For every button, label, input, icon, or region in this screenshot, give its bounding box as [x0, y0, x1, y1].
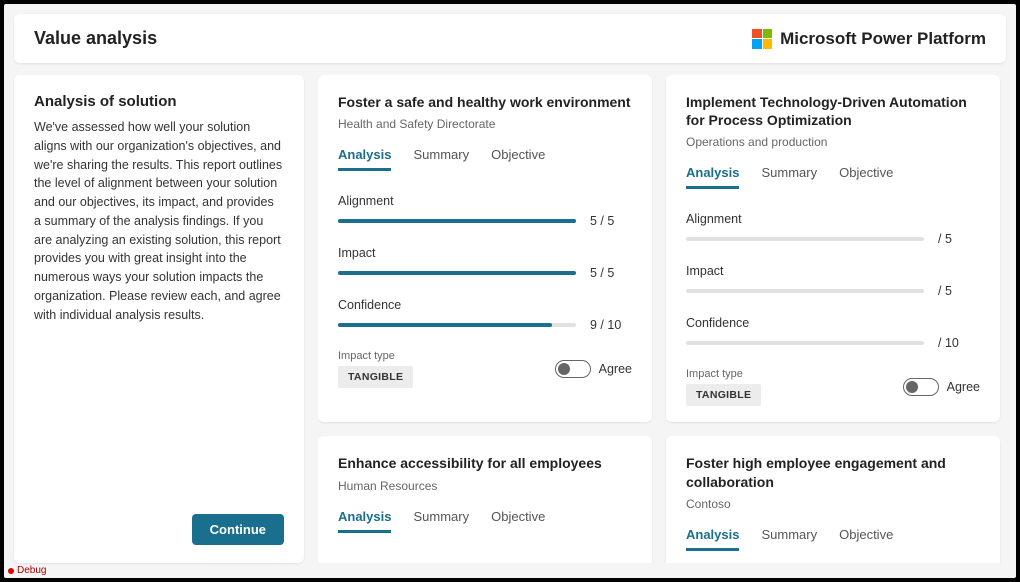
- card-title: Implement Technology-Driven Automation f…: [686, 93, 980, 129]
- card-subtitle: Operations and production: [686, 135, 980, 149]
- analysis-heading: Analysis of solution: [34, 93, 284, 110]
- agree-toggle[interactable]: [903, 378, 939, 396]
- tab-analysis[interactable]: Analysis: [338, 509, 391, 533]
- impact-type-row: Impact type TANGIBLE Agree: [686, 368, 980, 406]
- brand-text: Microsoft Power Platform: [780, 29, 986, 49]
- metric-alignment: Alignment / 5: [686, 212, 980, 246]
- continue-button[interactable]: Continue: [192, 514, 284, 545]
- agree-toggle[interactable]: [555, 360, 591, 378]
- alignment-bar: [338, 219, 576, 223]
- agree-label: Agree: [947, 380, 980, 394]
- cards-grid: Foster a safe and healthy work environme…: [318, 75, 1000, 563]
- alignment-bar: [686, 237, 924, 241]
- impact-type-row: Impact type TANGIBLE Agree: [338, 350, 632, 388]
- metric-label: Impact: [338, 246, 632, 260]
- alignment-value: / 5: [938, 232, 980, 246]
- main-area: Analysis of solution We've assessed how …: [4, 75, 1016, 573]
- card-title: Foster high employee engagement and coll…: [686, 454, 980, 490]
- header-bar: Value analysis Microsoft Power Platform: [14, 14, 1006, 63]
- metric-label: Confidence: [338, 298, 632, 312]
- impact-type-badge: TANGIBLE: [338, 366, 413, 388]
- impact-bar: [686, 289, 924, 293]
- impact-value: 5 / 5: [590, 266, 632, 280]
- card-title: Enhance accessibility for all employees: [338, 454, 632, 472]
- confidence-bar: [686, 341, 924, 345]
- metric-confidence: Confidence 9 / 10: [338, 298, 632, 332]
- metric-impact: Impact / 5: [686, 264, 980, 298]
- brand-logo-group: Microsoft Power Platform: [752, 29, 986, 49]
- objective-card: Foster a safe and healthy work environme…: [318, 75, 652, 422]
- metric-impact: Impact 5 / 5: [338, 246, 632, 280]
- tab-analysis[interactable]: Analysis: [338, 147, 391, 171]
- card-subtitle: Contoso: [686, 497, 980, 511]
- tab-summary[interactable]: Summary: [413, 509, 469, 533]
- objective-card: Foster high employee engagement and coll…: [666, 436, 1000, 563]
- tab-objective[interactable]: Objective: [839, 165, 893, 189]
- card-subtitle: Health and Safety Directorate: [338, 117, 632, 131]
- impact-type-label: Impact type: [338, 350, 413, 362]
- metric-label: Alignment: [338, 194, 632, 208]
- card-tabs: Analysis Summary Objective: [686, 165, 980, 190]
- tab-summary[interactable]: Summary: [413, 147, 469, 171]
- metric-label: Confidence: [686, 316, 980, 330]
- tab-summary[interactable]: Summary: [761, 527, 817, 551]
- right-panel[interactable]: Foster a safe and healthy work environme…: [318, 75, 1006, 563]
- metric-label: Alignment: [686, 212, 980, 226]
- agree-label: Agree: [599, 362, 632, 376]
- metric-label: Impact: [686, 264, 980, 278]
- agree-group: Agree: [555, 360, 632, 378]
- card-tabs: Analysis Summary Objective: [686, 527, 980, 552]
- tab-objective[interactable]: Objective: [491, 509, 545, 533]
- impact-value: / 5: [938, 284, 980, 298]
- card-tabs: Analysis Summary Objective: [338, 147, 632, 172]
- card-subtitle: Human Resources: [338, 479, 632, 493]
- tab-objective[interactable]: Objective: [491, 147, 545, 171]
- app-frame: Value analysis Microsoft Power Platform …: [4, 4, 1016, 578]
- alignment-value: 5 / 5: [590, 214, 632, 228]
- tab-analysis[interactable]: Analysis: [686, 165, 739, 189]
- impact-bar: [338, 271, 576, 275]
- metric-alignment: Alignment 5 / 5: [338, 194, 632, 228]
- tab-analysis[interactable]: Analysis: [686, 527, 739, 551]
- left-panel: Analysis of solution We've assessed how …: [14, 75, 304, 563]
- objective-card: Enhance accessibility for all employees …: [318, 436, 652, 563]
- card-tabs: Analysis Summary Objective: [338, 509, 632, 534]
- debug-dot-icon: [8, 568, 14, 574]
- debug-label: Debug: [17, 565, 46, 576]
- impact-type-badge: TANGIBLE: [686, 384, 761, 406]
- tab-objective[interactable]: Objective: [839, 527, 893, 551]
- tab-summary[interactable]: Summary: [761, 165, 817, 189]
- page-title: Value analysis: [34, 28, 157, 49]
- microsoft-logo-icon: [752, 29, 772, 49]
- impact-type-label: Impact type: [686, 368, 761, 380]
- agree-group: Agree: [903, 378, 980, 396]
- objective-card: Implement Technology-Driven Automation f…: [666, 75, 1000, 422]
- confidence-value: 9 / 10: [590, 318, 632, 332]
- confidence-value: / 10: [938, 336, 980, 350]
- metric-confidence: Confidence / 10: [686, 316, 980, 350]
- debug-indicator: Debug: [8, 565, 46, 576]
- card-title: Foster a safe and healthy work environme…: [338, 93, 632, 111]
- confidence-bar: [338, 323, 576, 327]
- analysis-description: We've assessed how well your solution al…: [34, 118, 284, 324]
